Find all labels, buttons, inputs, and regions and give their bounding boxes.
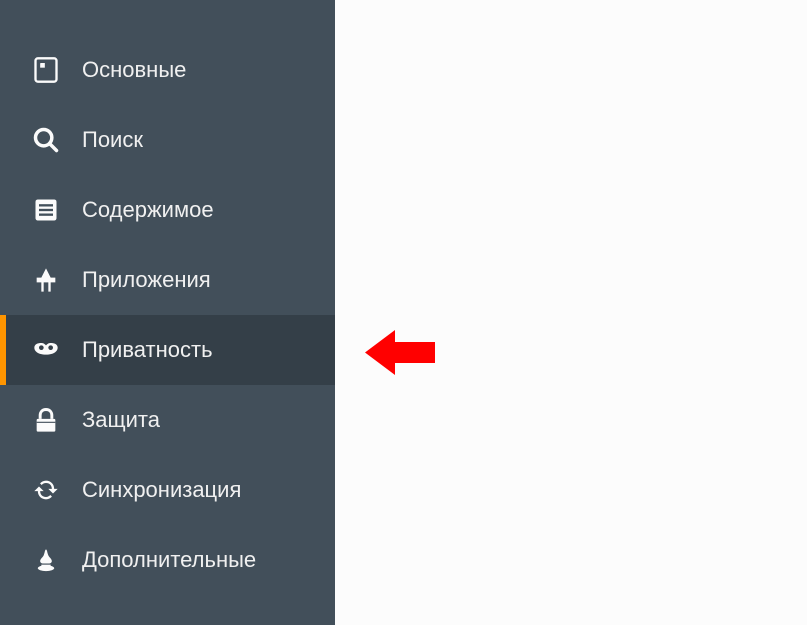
sidebar-item-label: Приложения — [82, 267, 211, 293]
search-icon — [30, 124, 62, 156]
sidebar-item-label: Приватность — [82, 337, 213, 363]
sidebar-item-label: Защита — [82, 407, 160, 433]
sidebar-item-search[interactable]: Поиск — [0, 105, 335, 175]
privacy-icon — [30, 334, 62, 366]
sidebar-item-privacy[interactable]: Приватность — [0, 315, 335, 385]
sidebar-item-applications[interactable]: Приложения — [0, 245, 335, 315]
sidebar-item-label: Поиск — [82, 127, 143, 153]
applications-icon — [30, 264, 62, 296]
sidebar-item-label: Дополнительные — [82, 547, 256, 573]
general-icon — [30, 54, 62, 86]
annotation-arrow — [365, 325, 435, 380]
advanced-icon — [30, 544, 62, 576]
sidebar-item-label: Содержимое — [82, 197, 214, 223]
sync-icon — [30, 474, 62, 506]
sidebar-item-general[interactable]: Основные — [0, 35, 335, 105]
security-icon — [30, 404, 62, 436]
sidebar-item-advanced[interactable]: Дополнительные — [0, 525, 335, 595]
sidebar-item-label: Синхронизация — [82, 477, 241, 503]
main-content-area — [335, 0, 807, 625]
sidebar-item-label: Основные — [82, 57, 186, 83]
content-icon — [30, 194, 62, 226]
sidebar-item-security[interactable]: Защита — [0, 385, 335, 455]
settings-sidebar: Основные Поиск Содержимое Приложения При… — [0, 0, 335, 625]
sidebar-item-content[interactable]: Содержимое — [0, 175, 335, 245]
sidebar-item-sync[interactable]: Синхронизация — [0, 455, 335, 525]
